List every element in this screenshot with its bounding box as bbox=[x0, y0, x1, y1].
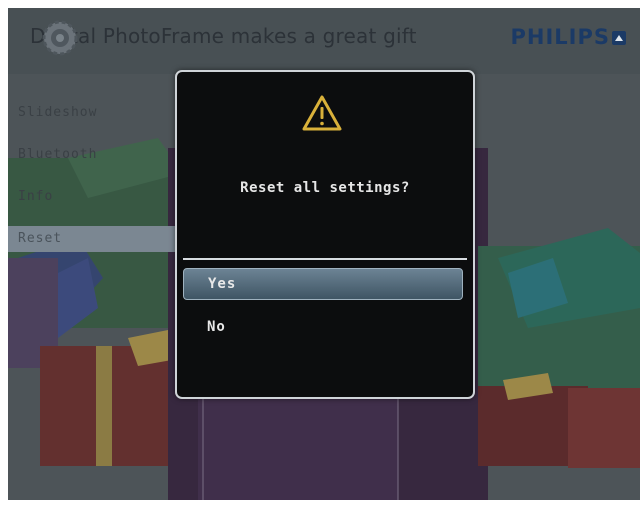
warning-icon bbox=[302, 95, 342, 131]
header-bar: Digital PhotoFrame makes a great gift PH… bbox=[8, 8, 640, 74]
header-tagline: Digital PhotoFrame makes a great gift bbox=[30, 24, 417, 48]
dialog-divider bbox=[183, 258, 467, 260]
side-menu-item-bluetooth[interactable]: Bluetooth bbox=[8, 142, 178, 168]
side-menu-item-info[interactable]: Info bbox=[8, 184, 178, 210]
reset-confirm-dialog: Reset all settings? Yes No bbox=[175, 70, 475, 399]
yes-option[interactable]: Yes bbox=[183, 268, 463, 300]
dialog-prompt: Reset all settings? bbox=[240, 180, 410, 196]
side-menu: Slideshow Bluetooth Info Reset bbox=[8, 100, 178, 268]
no-option[interactable]: No bbox=[183, 312, 477, 342]
side-menu-item-slideshow[interactable]: Slideshow bbox=[8, 100, 178, 126]
brand-text: PHILIPS bbox=[510, 25, 610, 49]
brand-shield-icon bbox=[612, 31, 626, 45]
photoframe-gear-icon bbox=[42, 20, 78, 56]
photoframe-screen: Digital PhotoFrame makes a great gift PH… bbox=[8, 8, 640, 500]
side-menu-item-reset[interactable]: Reset bbox=[8, 226, 178, 252]
brand-logo: PHILIPS bbox=[510, 25, 626, 49]
